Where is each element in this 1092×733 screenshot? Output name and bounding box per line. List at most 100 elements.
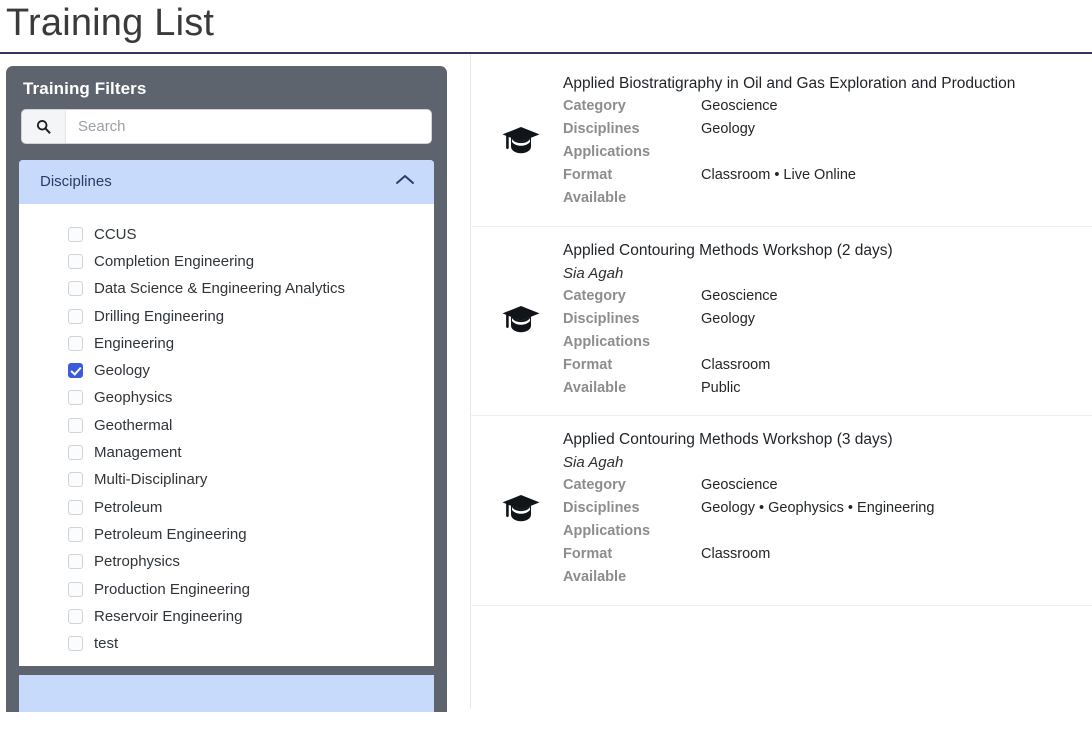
- training-meta-label-disciplines: Disciplines: [563, 500, 640, 517]
- discipline-option-row[interactable]: Reservoir Engineering: [19, 603, 434, 630]
- discipline-option-row[interactable]: Petroleum Engineering: [19, 521, 434, 548]
- discipline-option-row[interactable]: test: [19, 630, 434, 657]
- checkbox-icon[interactable]: [68, 281, 83, 297]
- training-meta-label-applications: Applications: [563, 523, 651, 540]
- checkbox-icon[interactable]: [68, 472, 83, 488]
- search-icon: [22, 109, 66, 143]
- disciplines-accordion-header[interactable]: Disciplines: [19, 159, 434, 204]
- next-accordion-header[interactable]: [19, 675, 434, 712]
- discipline-option-row[interactable]: Geothermal: [19, 412, 434, 439]
- discipline-option-label: Management: [94, 444, 182, 462]
- training-meta-value-category: Geoscience: [701, 287, 778, 304]
- page-title: Training List: [6, 2, 215, 44]
- training-card-author: Sia Agah: [563, 264, 624, 282]
- discipline-option-label: Reservoir Engineering: [94, 607, 243, 625]
- discipline-option-label: Completion Engineering: [94, 252, 255, 270]
- chevron-up-icon[interactable]: [394, 173, 416, 191]
- discipline-option-label: test: [94, 635, 119, 653]
- training-meta-row-disciplines: Disciplines Geology: [563, 118, 1082, 141]
- training-meta-row-category: Category Geoscience: [563, 285, 1082, 308]
- discipline-option-label: Petroleum Engineering: [94, 525, 247, 543]
- training-meta-label-category: Category: [563, 98, 626, 115]
- disciplines-accordion-label: Disciplines: [40, 173, 112, 191]
- checkbox-icon[interactable]: [68, 499, 83, 515]
- discipline-option-row[interactable]: Petrophysics: [19, 548, 434, 575]
- discipline-option-label: Geophysics: [94, 389, 173, 407]
- discipline-option-row[interactable]: Engineering: [19, 330, 434, 357]
- discipline-option-row[interactable]: Geology: [19, 357, 434, 384]
- sidebar-column: Training Filters Disciplines: [0, 54, 470, 712]
- training-meta-label-applications: Applications: [563, 144, 651, 161]
- checkbox-icon[interactable]: [68, 581, 83, 597]
- training-meta-row-category: Category Geoscience: [563, 474, 1082, 497]
- training-meta-label-format: Format: [563, 546, 613, 563]
- checkbox-icon[interactable]: [68, 636, 83, 652]
- body-split: Training Filters Disciplines: [0, 53, 1092, 712]
- discipline-option-label: CCUS: [94, 225, 137, 243]
- training-meta-label-disciplines: Disciplines: [563, 121, 640, 138]
- training-card[interactable]: Applied Biostratigraphy in Oil and Gas E…: [471, 60, 1092, 227]
- training-card-title[interactable]: Applied Contouring Methods Workshop (3 d…: [563, 430, 1082, 451]
- discipline-option-row[interactable]: CCUS: [19, 221, 434, 248]
- training-meta-row-available: Available: [563, 566, 1082, 589]
- search-input[interactable]: [66, 109, 431, 143]
- training-meta-row-available: Available Public: [563, 377, 1082, 400]
- disciplines-accordion: Disciplines CCUS Completion Engineering Da…: [19, 159, 434, 667]
- checkbox-icon[interactable]: [68, 445, 83, 461]
- checkbox-icon[interactable]: [68, 253, 83, 269]
- discipline-option-label: Geothermal: [94, 416, 173, 434]
- search-box[interactable]: [21, 108, 432, 144]
- training-meta-value-category: Geoscience: [701, 477, 778, 494]
- checkbox-icon[interactable]: [68, 554, 83, 570]
- training-card[interactable]: Applied Contouring Methods Workshop (2 d…: [471, 227, 1092, 417]
- discipline-option-label: Production Engineering: [94, 580, 250, 598]
- training-meta-row-applications: Applications: [563, 141, 1082, 164]
- discipline-option-row[interactable]: Completion Engineering: [19, 248, 434, 275]
- training-meta-label-category: Category: [563, 287, 626, 304]
- training-card-body: Applied Biostratigraphy in Oil and Gas E…: [563, 74, 1092, 210]
- training-meta-row-applications: Applications: [563, 520, 1082, 543]
- checkbox-icon[interactable]: [68, 526, 83, 542]
- training-meta-row-format: Format Classroom • Live Online: [563, 164, 1082, 187]
- page-header: Training List: [0, 0, 1092, 54]
- checkbox-icon[interactable]: [68, 390, 83, 406]
- training-meta-value-available: Public: [701, 379, 741, 396]
- checkbox-icon[interactable]: [68, 608, 83, 624]
- training-card-body: Applied Contouring Methods Workshop (2 d…: [563, 241, 1092, 399]
- discipline-option-row[interactable]: Geophysics: [19, 384, 434, 411]
- training-meta-value-format: Classroom: [701, 546, 771, 563]
- discipline-option-row[interactable]: Petroleum: [19, 494, 434, 521]
- graduation-cap-icon: [471, 493, 563, 526]
- discipline-option-label: Petroleum: [94, 498, 163, 516]
- discipline-option-row[interactable]: Management: [19, 439, 434, 466]
- training-meta-row-available: Available: [563, 187, 1082, 210]
- graduation-cap-icon: [471, 304, 563, 337]
- checkbox-icon[interactable]: [68, 417, 83, 433]
- training-meta-row-disciplines: Disciplines Geology • Geophysics • Engine…: [563, 497, 1082, 520]
- discipline-option-label: Multi-Disciplinary: [94, 471, 208, 489]
- training-meta-value-category: Geoscience: [701, 98, 778, 115]
- training-meta-value-disciplines: Geology: [701, 121, 756, 138]
- checkbox-icon[interactable]: [68, 335, 83, 351]
- discipline-option-label: Engineering: [94, 334, 175, 352]
- checkbox-checked-icon[interactable]: [68, 363, 83, 379]
- training-card-title[interactable]: Applied Biostratigraphy in Oil and Gas E…: [563, 74, 1082, 95]
- filters-panel-title: Training Filters: [23, 78, 147, 98]
- training-meta-value-format: Classroom • Live Online: [701, 167, 856, 184]
- discipline-option-row[interactable]: Drilling Engineering: [19, 302, 434, 329]
- training-filters-panel: Training Filters Disciplines: [6, 65, 447, 712]
- discipline-option-label: Geology: [94, 362, 150, 380]
- checkbox-icon[interactable]: [68, 226, 83, 242]
- training-meta-row-format: Format Classroom: [563, 543, 1082, 566]
- discipline-option-label: Drilling Engineering: [94, 307, 225, 325]
- training-meta-label-applications: Applications: [563, 333, 651, 350]
- training-meta-row-format: Format Classroom: [563, 354, 1082, 377]
- discipline-option-row[interactable]: Production Engineering: [19, 575, 434, 602]
- training-card-title[interactable]: Applied Contouring Methods Workshop (2 d…: [563, 241, 1082, 262]
- training-meta-row-applications: Applications: [563, 331, 1082, 354]
- training-meta-value-format: Classroom: [701, 356, 771, 373]
- discipline-option-row[interactable]: Data Science & Engineering Analytics: [19, 275, 434, 302]
- checkbox-icon[interactable]: [68, 308, 83, 324]
- training-card[interactable]: Applied Contouring Methods Workshop (3 d…: [471, 416, 1092, 606]
- discipline-option-row[interactable]: Multi-Disciplinary: [19, 466, 434, 493]
